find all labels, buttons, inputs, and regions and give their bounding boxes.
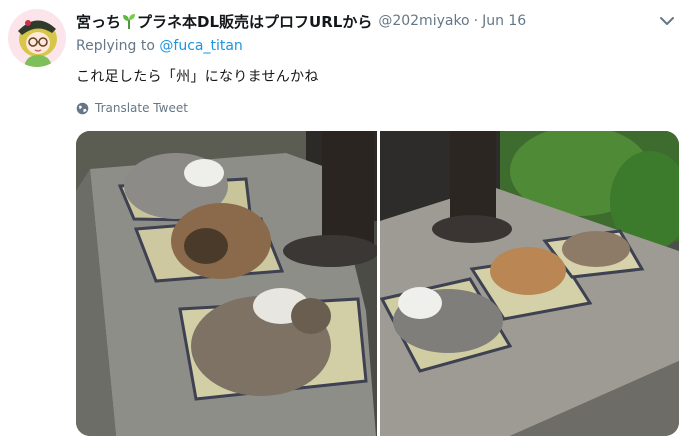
tweet-media bbox=[76, 131, 679, 436]
user-handle[interactable]: @202miyako bbox=[378, 13, 469, 29]
tweet-text: これ足したら「州」になりませんかね bbox=[76, 69, 319, 85]
separator-dot: · bbox=[473, 13, 479, 29]
tweet-header: 宮っち プラネ本DL販売はプロフURLから @202miyako · Jun 16 bbox=[76, 10, 688, 32]
tweet-date[interactable]: Jun 16 bbox=[482, 13, 526, 29]
display-name[interactable]: 宮っち プラネ本DL販売はプロフURLから bbox=[76, 11, 372, 32]
photo-cats-left[interactable] bbox=[76, 131, 377, 436]
sprout-icon bbox=[123, 13, 136, 29]
avatar[interactable] bbox=[8, 9, 66, 67]
translate-tweet-button[interactable]: Translate Tweet bbox=[76, 101, 188, 115]
globe-icon bbox=[76, 102, 89, 114]
chevron-down-icon[interactable] bbox=[658, 12, 676, 30]
reply-mention-link[interactable]: @fuca_titan bbox=[159, 38, 242, 54]
translate-label: Translate Tweet bbox=[95, 101, 188, 115]
replying-to: Replying to @fuca_titan bbox=[76, 38, 243, 54]
photo-cats-right[interactable] bbox=[380, 131, 679, 436]
